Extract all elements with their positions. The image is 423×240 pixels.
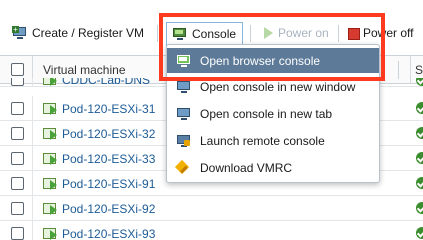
create-vm-icon: +	[12, 26, 28, 40]
toolbar-divider	[157, 25, 158, 42]
vm-name: Pod-120-ESXi-32	[62, 127, 156, 141]
menu-item-label: Open console in new tab	[200, 106, 333, 121]
browser-console-icon	[176, 54, 192, 68]
vm-link[interactable]: Pod-120-ESXi-32	[43, 125, 155, 143]
status-ok-icon	[416, 202, 423, 214]
menu-item-download-vmrc[interactable]: Download VMRC	[167, 155, 379, 180]
row-checkbox[interactable]	[11, 102, 24, 115]
vm-name: CDDC-Lab-DNS	[62, 78, 151, 87]
vm-powered-on-icon	[43, 202, 58, 216]
monitor-icon	[176, 80, 192, 94]
status-ok-icon	[416, 78, 423, 86]
play-icon	[262, 26, 274, 40]
menu-item-label: Download VMRC	[200, 160, 293, 175]
vm-link[interactable]: Pod-120-ESXi-93	[43, 225, 155, 240]
monitor-icon	[176, 107, 192, 121]
menu-item-open-console-new-window[interactable]: Open console in new window	[167, 74, 379, 99]
power-on-button[interactable]: Power on	[262, 22, 329, 44]
menu-item-label: Launch remote console	[200, 133, 325, 148]
toolbar-divider	[338, 25, 339, 42]
table-row[interactable]: Pod-120-ESXi-93	[0, 221, 423, 240]
vm-powered-on-icon	[43, 102, 58, 116]
select-all-checkbox[interactable]	[11, 63, 24, 76]
menu-item-label: Open browser console	[200, 53, 321, 68]
vm-powered-on-icon	[43, 177, 58, 191]
vm-name: Pod-120-ESXi-93	[62, 227, 156, 240]
vm-name: Pod-120-ESXi-92	[62, 202, 156, 216]
vmrc-icon	[176, 160, 192, 176]
row-checkbox[interactable]	[11, 177, 24, 190]
vm-link[interactable]: Pod-120-ESXi-31	[43, 100, 155, 118]
remote-console-icon	[176, 134, 192, 148]
create-register-vm-button[interactable]: + Create / Register VM	[12, 22, 144, 44]
row-checkbox[interactable]	[11, 127, 24, 140]
power-off-button[interactable]: Power off	[347, 22, 413, 44]
status-ok-icon	[416, 177, 423, 189]
row-checkbox[interactable]	[11, 202, 24, 215]
row-checkbox[interactable]	[11, 227, 24, 240]
create-vm-label: Create / Register VM	[32, 26, 145, 40]
vm-link[interactable]: Pod-120-ESXi-91	[43, 175, 155, 193]
toolbar-divider	[250, 25, 251, 42]
status-ok-icon	[416, 127, 423, 139]
status-ok-icon	[416, 102, 423, 114]
power-on-label: Power on	[278, 26, 329, 40]
stop-icon	[347, 27, 360, 40]
console-label: Console	[192, 27, 237, 41]
vm-name: Pod-120-ESXi-33	[62, 152, 156, 166]
power-off-label: Power off	[363, 26, 414, 40]
row-checkbox[interactable]	[11, 78, 24, 86]
table-row[interactable]: Pod-120-ESXi-92	[0, 196, 423, 221]
console-icon	[172, 27, 188, 41]
vm-link[interactable]: CDDC-Lab-DNS	[43, 78, 151, 87]
column-resize-handle[interactable]	[398, 61, 399, 79]
vm-name: Pod-120-ESXi-31	[62, 102, 156, 116]
vm-powered-on-icon	[43, 152, 58, 166]
menu-item-open-console-new-tab[interactable]: Open console in new tab	[167, 101, 379, 126]
menu-item-launch-remote-console[interactable]: Launch remote console	[167, 128, 379, 153]
console-dropdown-menu: Open browser console Open console in new…	[166, 44, 380, 183]
console-button[interactable]: Console	[166, 22, 244, 46]
vm-link[interactable]: Pod-120-ESXi-92	[43, 200, 155, 218]
vm-powered-on-icon	[43, 127, 58, 141]
vm-name: Pod-120-ESXi-91	[62, 177, 156, 191]
status-ok-icon	[416, 152, 423, 164]
status-ok-icon	[416, 227, 423, 239]
row-checkbox[interactable]	[11, 152, 24, 165]
toolbar: + Create / Register VM Console Power on …	[0, 0, 423, 50]
menu-item-label: Open console in new window	[200, 79, 356, 94]
vm-link[interactable]: Pod-120-ESXi-33	[43, 150, 155, 168]
vm-powered-on-icon	[43, 78, 58, 86]
vm-powered-on-icon	[43, 227, 58, 240]
menu-item-open-browser-console[interactable]: Open browser console	[167, 48, 379, 73]
